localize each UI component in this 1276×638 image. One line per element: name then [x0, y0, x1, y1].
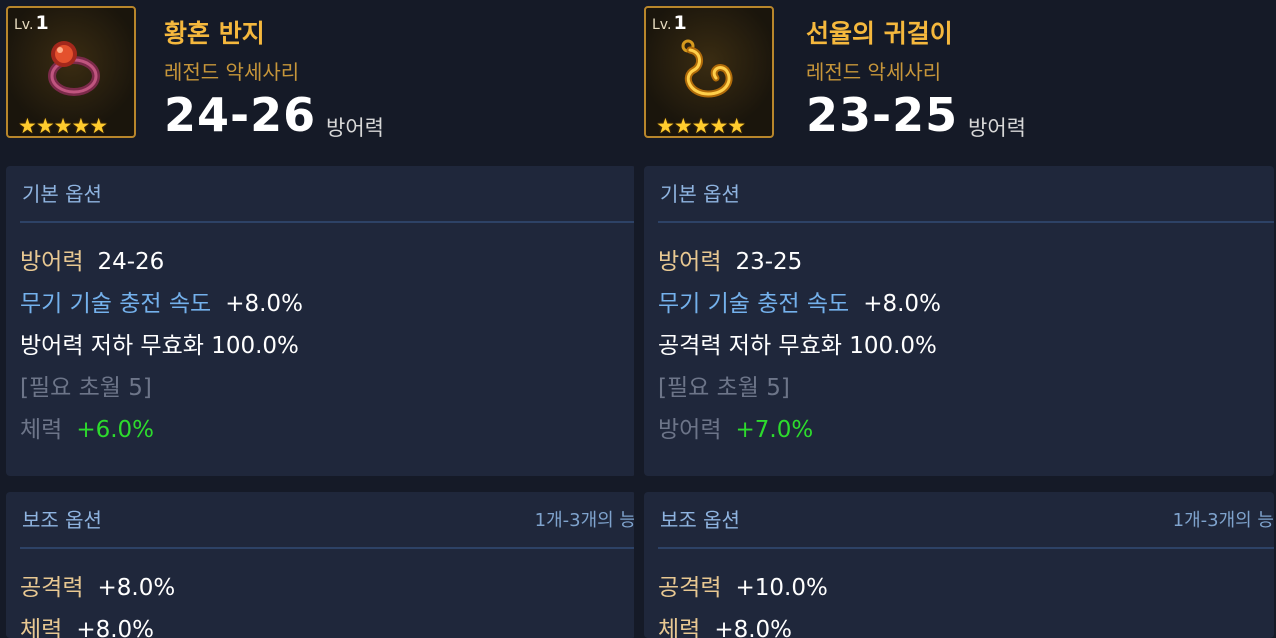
option-row-locked: 체력 +6.0% — [20, 417, 155, 443]
option-requirement: [필요 초월 5] — [20, 375, 152, 401]
divider — [20, 547, 634, 549]
base-options-panel: 기본 옵션 방어력 23-25 무기 기술 충전 속도 +8.0% 공격력 저하 무… — [644, 166, 1274, 476]
item-icon-frame[interactable]: Lv. 1 ★★★★★ — [644, 6, 774, 138]
earring-icon — [681, 39, 733, 98]
divider — [658, 221, 1274, 223]
sub-options-hint: 1개-3개의 능 — [1172, 510, 1274, 531]
sub-options-panel: 보조 옵션 1개-3개의 능 공격력 +8.0% 체력 +8.0% — [6, 492, 634, 638]
base-options-title: 기본 옵션 — [22, 182, 102, 206]
option-row: 방어력 23-25 — [658, 249, 803, 275]
base-options-panel: 기본 옵션 방어력 24-26 무기 기술 충전 속도 +8.0% 방어력 저하 무… — [6, 166, 634, 476]
divider — [658, 547, 1274, 549]
ring-icon — [48, 41, 100, 96]
option-row: 공격력 +8.0% — [20, 575, 176, 601]
option-row: 체력 +8.0% — [20, 617, 155, 638]
item-header: Lv. 1 ★★★★★ 황혼 반지 레전드 악세사리 24-26 방어력 — [0, 0, 634, 150]
option-row: 공격력 +10.0% — [658, 575, 828, 601]
item-main-stat: 23-25 — [806, 88, 959, 142]
option-row: 무기 기술 충전 속도 +8.0% — [20, 291, 303, 317]
item-icon-frame[interactable]: Lv. 1 ★★★★★ — [6, 6, 136, 138]
star-rating: ★★★★★ — [18, 114, 108, 138]
item-main-stat-unit: 방어력 — [326, 116, 384, 140]
sub-options-hint: 1개-3개의 능 — [534, 510, 634, 531]
option-row: 체력 +8.0% — [658, 617, 793, 638]
item-name: 선율의 귀걸이 — [806, 19, 953, 48]
option-row: 공격력 저하 무효화 100.0% — [658, 333, 937, 359]
option-row: 무기 기술 충전 속도 +8.0% — [658, 291, 941, 317]
option-row-locked: 방어력 +7.0% — [658, 417, 814, 443]
item-header: Lv. 1 ★★★★★ 선율의 귀걸이 레전드 악세사리 23-25 방어력 — [642, 0, 1276, 150]
divider — [20, 221, 634, 223]
option-row: 방어력 저하 무효화 100.0% — [20, 333, 299, 359]
sub-options-title: 보조 옵션 — [22, 508, 102, 532]
sub-options-title: 보조 옵션 — [660, 508, 740, 532]
item-main-stat: 24-26 — [164, 88, 317, 142]
item-card-right: Lv. 1 ★★★★★ 선율의 귀걸이 레전드 악세사리 23-25 방어력 기본… — [642, 0, 1276, 638]
item-name: 황혼 반지 — [164, 19, 265, 48]
item-card-left: Lv. 1 ★★★★★ 황혼 반지 레전드 악세사리 24-26 방어력 기본 옵… — [0, 0, 634, 638]
item-main-stat-unit: 방어력 — [968, 116, 1026, 140]
option-row: 방어력 24-26 — [20, 249, 165, 275]
option-requirement: [필요 초월 5] — [658, 375, 790, 401]
item-grade: 레전드 악세사리 — [806, 60, 942, 84]
star-rating: ★★★★★ — [656, 114, 746, 138]
sub-options-panel: 보조 옵션 1개-3개의 능 공격력 +10.0% 체력 +8.0% — [644, 492, 1274, 638]
item-grade: 레전드 악세사리 — [164, 60, 300, 84]
base-options-title: 기본 옵션 — [660, 182, 740, 206]
